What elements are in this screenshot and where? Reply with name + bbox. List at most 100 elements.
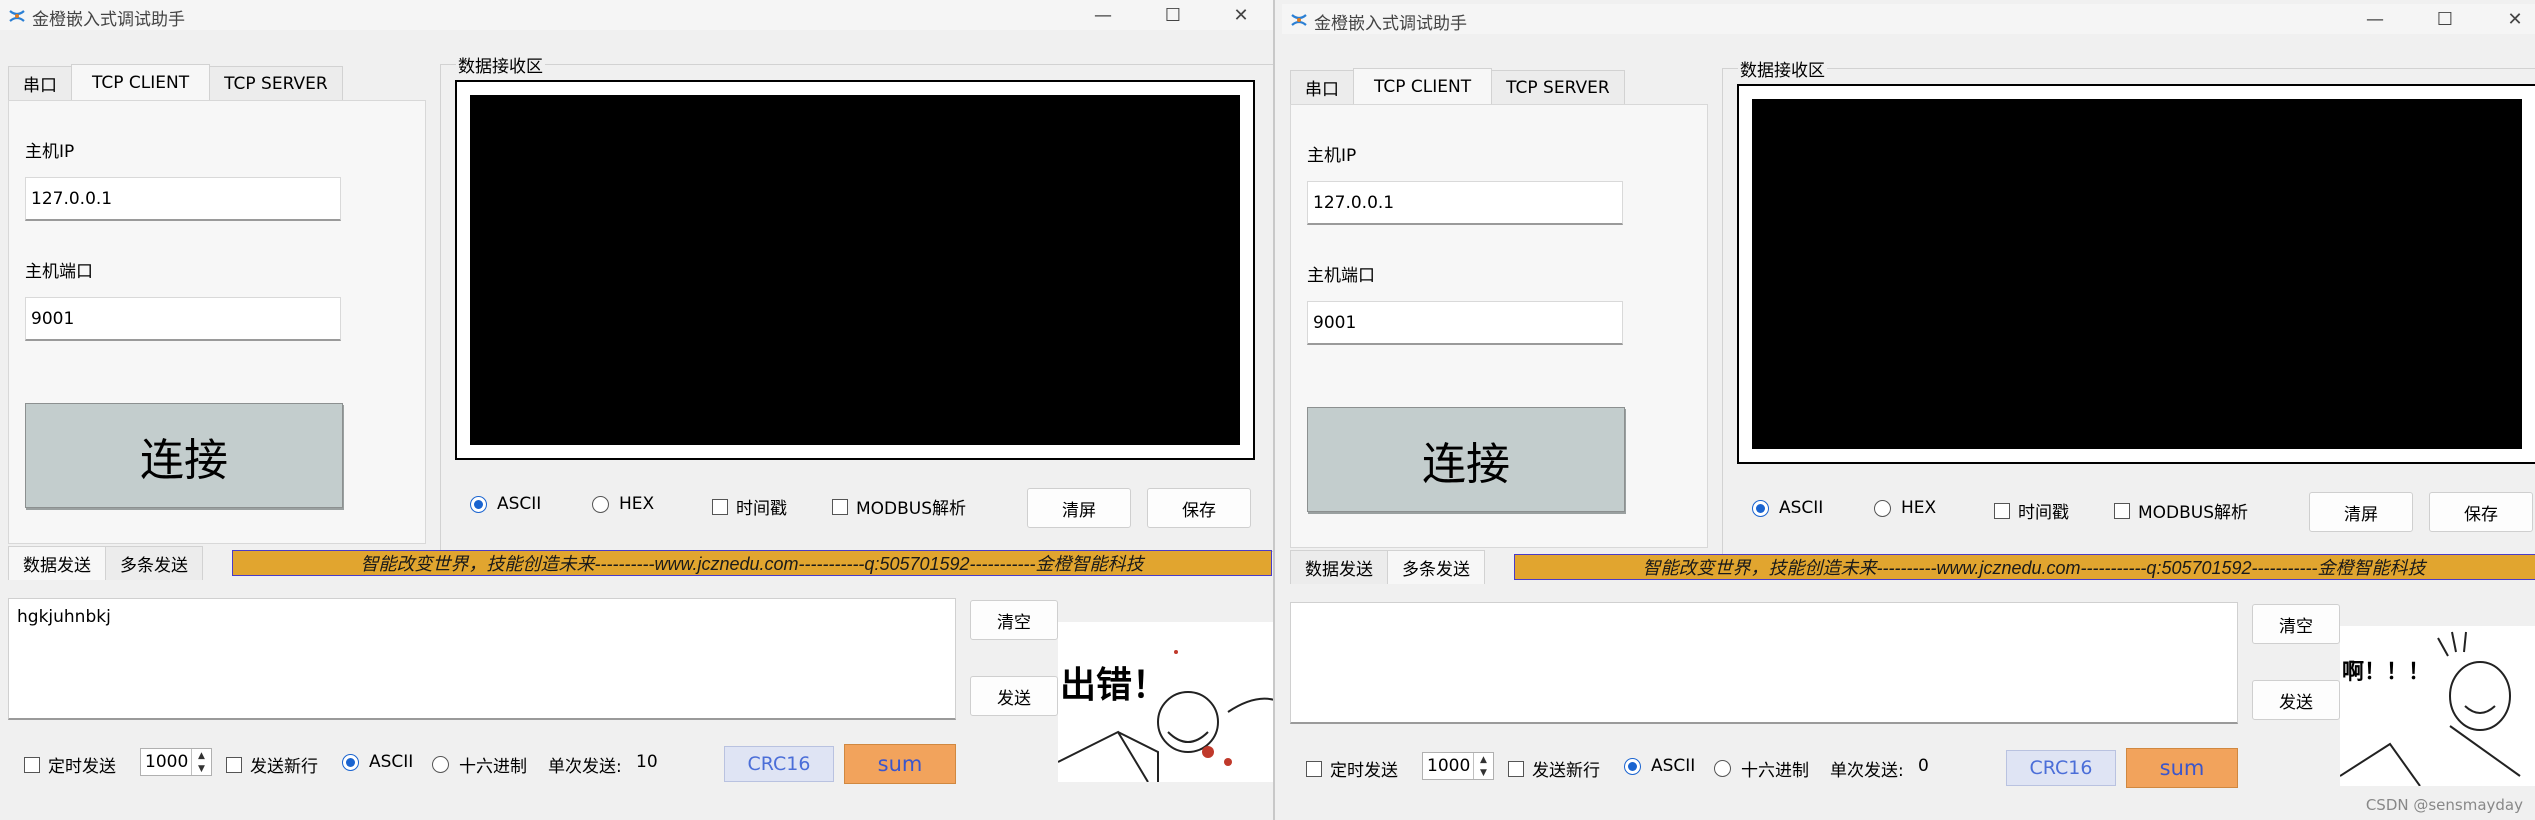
modbus-label: MODBUS解析 bbox=[2138, 503, 2249, 523]
scrolling-banner: 智能改变世界，技能创造未来----------www.jcznedu.com--… bbox=[232, 550, 1272, 576]
tcp-client-panel: 主机IP 127.0.0.1 主机端口 9001 连接 bbox=[1290, 104, 1708, 548]
host-port-label: 主机端口 bbox=[1307, 266, 1375, 286]
single-send-count: 0 bbox=[1918, 756, 1929, 776]
tx-hex-radio[interactable]: 十六进制 bbox=[432, 752, 527, 777]
tab-multi-send[interactable]: 多条发送 bbox=[1387, 550, 1485, 584]
clear-send-button[interactable]: 清空 bbox=[970, 600, 1058, 640]
host-port-input[interactable]: 9001 bbox=[25, 297, 341, 341]
connect-button[interactable]: 连接 bbox=[1307, 407, 1625, 512]
save-button[interactable]: 保存 bbox=[1147, 488, 1251, 528]
crc16-button[interactable]: CRC16 bbox=[724, 746, 834, 782]
rx-hex-radio[interactable]: HEX bbox=[592, 494, 654, 514]
timed-send-label: 定时发送 bbox=[48, 757, 116, 777]
checkbox-icon bbox=[1508, 760, 1524, 777]
tab-serial[interactable]: 串口 bbox=[1290, 70, 1354, 104]
scrolling-banner: 智能改变世界，技能创造未来----------www.jcznedu.com--… bbox=[1514, 554, 2535, 580]
sum-button[interactable]: sum bbox=[844, 744, 956, 784]
checkbox-icon bbox=[2114, 502, 2130, 519]
checkbox-icon bbox=[24, 756, 40, 773]
send-text-input[interactable]: hgkjuhnbkj bbox=[8, 598, 956, 720]
app-logo-icon bbox=[1291, 14, 1307, 26]
rx-ascii-radio[interactable]: ASCII bbox=[1752, 498, 1823, 518]
send-button[interactable]: 发送 bbox=[970, 676, 1058, 716]
timed-send-checkbox[interactable]: 定时发送 bbox=[24, 752, 116, 777]
host-port-input[interactable]: 9001 bbox=[1307, 301, 1623, 345]
tx-hex-label: 十六进制 bbox=[1741, 761, 1809, 781]
host-ip-label: 主机IP bbox=[1307, 146, 1357, 166]
tx-ascii-radio[interactable]: ASCII bbox=[1624, 756, 1695, 776]
close-button[interactable]: ✕ bbox=[2485, 4, 2535, 34]
modbus-checkbox[interactable]: MODBUS解析 bbox=[832, 494, 966, 519]
app-window-2: 金橙嵌入式调试助手 — ☐ ✕ 串口 TCP CLIENT TCP SERVER… bbox=[1273, 0, 2535, 820]
minimize-button[interactable]: — bbox=[2345, 4, 2405, 34]
single-send-count: 10 bbox=[636, 752, 658, 772]
interval-spinbox[interactable]: 1000 ▲ ▼ bbox=[140, 748, 212, 776]
checkbox-icon bbox=[226, 756, 242, 773]
host-ip-input[interactable]: 127.0.0.1 bbox=[1307, 181, 1623, 225]
tx-hex-label: 十六进制 bbox=[459, 757, 527, 777]
receive-group-label: 数据接收区 bbox=[456, 52, 545, 77]
meme-image: 出错！ bbox=[1058, 622, 1273, 782]
meme-drawing-icon bbox=[1058, 650, 1273, 782]
tx-ascii-label: ASCII bbox=[369, 752, 414, 772]
timestamp-checkbox[interactable]: 时间戳 bbox=[712, 494, 787, 519]
interval-value: 1000 bbox=[1427, 756, 1471, 776]
receive-display[interactable] bbox=[455, 80, 1255, 460]
receive-group-label: 数据接收区 bbox=[1738, 56, 1827, 81]
rx-hex-radio[interactable]: HEX bbox=[1874, 498, 1936, 518]
radio-checked-icon bbox=[1624, 757, 1641, 775]
spin-arrows-icon[interactable]: ▲ ▼ bbox=[1473, 753, 1493, 779]
tcp-client-panel: 主机IP 127.0.0.1 主机端口 9001 连接 bbox=[8, 100, 426, 544]
rx-ascii-label: ASCII bbox=[497, 494, 542, 514]
maximize-button[interactable]: ☐ bbox=[1143, 0, 1203, 30]
tab-tcp-client[interactable]: TCP CLIENT bbox=[1353, 68, 1493, 104]
modbus-checkbox[interactable]: MODBUS解析 bbox=[2114, 498, 2248, 523]
tab-tcp-server[interactable]: TCP SERVER bbox=[209, 66, 343, 100]
timed-send-label: 定时发送 bbox=[1330, 761, 1398, 781]
receive-display[interactable] bbox=[1737, 84, 2535, 464]
tab-data-send[interactable]: 数据发送 bbox=[8, 546, 106, 580]
clear-send-button[interactable]: 清空 bbox=[2252, 604, 2340, 644]
host-port-label: 主机端口 bbox=[25, 262, 93, 282]
clear-screen-button[interactable]: 清屏 bbox=[1027, 488, 1131, 528]
timestamp-label: 时间戳 bbox=[736, 499, 787, 519]
tab-data-send[interactable]: 数据发送 bbox=[1290, 550, 1388, 584]
newline-checkbox[interactable]: 发送新行 bbox=[1508, 756, 1600, 781]
tab-tcp-server[interactable]: TCP SERVER bbox=[1491, 70, 1625, 104]
clear-screen-button[interactable]: 清屏 bbox=[2309, 492, 2413, 532]
crc16-button[interactable]: CRC16 bbox=[2006, 750, 2116, 786]
send-button[interactable]: 发送 bbox=[2252, 680, 2340, 720]
close-button[interactable]: ✕ bbox=[1211, 0, 1271, 30]
rx-hex-label: HEX bbox=[619, 494, 655, 514]
single-send-label: 单次发送: bbox=[548, 757, 622, 777]
tx-hex-radio[interactable]: 十六进制 bbox=[1714, 756, 1809, 781]
save-button[interactable]: 保存 bbox=[2429, 492, 2533, 532]
interval-spinbox[interactable]: 1000 ▲ ▼ bbox=[1422, 752, 1494, 780]
timestamp-checkbox[interactable]: 时间戳 bbox=[1994, 498, 2069, 523]
radio-checked-icon bbox=[1752, 499, 1769, 517]
host-ip-input[interactable]: 127.0.0.1 bbox=[25, 177, 341, 221]
rx-ascii-radio[interactable]: ASCII bbox=[470, 494, 541, 514]
tab-serial[interactable]: 串口 bbox=[8, 66, 72, 100]
meme-image: 啊！！！ bbox=[2340, 626, 2535, 786]
send-text-input[interactable] bbox=[1290, 602, 2238, 724]
connect-button[interactable]: 连接 bbox=[25, 403, 343, 508]
send-tabs: 数据发送 多条发送 bbox=[1290, 550, 1485, 584]
sum-button[interactable]: sum bbox=[2126, 748, 2238, 788]
timed-send-checkbox[interactable]: 定时发送 bbox=[1306, 756, 1398, 781]
tx-ascii-radio[interactable]: ASCII bbox=[342, 752, 413, 772]
maximize-button[interactable]: ☐ bbox=[2415, 4, 2475, 34]
checkbox-icon bbox=[1994, 502, 2010, 519]
rx-hex-label: HEX bbox=[1901, 498, 1937, 518]
tab-tcp-client[interactable]: TCP CLIENT bbox=[71, 64, 211, 100]
newline-checkbox[interactable]: 发送新行 bbox=[226, 752, 318, 777]
receive-screen bbox=[470, 95, 1240, 445]
minimize-button[interactable]: — bbox=[1073, 0, 1133, 30]
radio-unchecked-icon bbox=[432, 756, 449, 773]
title-bar: 金橙嵌入式调试助手 — ☐ ✕ bbox=[1282, 4, 2535, 34]
spin-arrows-icon[interactable]: ▲ ▼ bbox=[191, 749, 211, 775]
tab-multi-send[interactable]: 多条发送 bbox=[105, 546, 203, 580]
meme-drawing-icon bbox=[2340, 631, 2521, 786]
radio-unchecked-icon bbox=[592, 495, 609, 513]
tx-ascii-label: ASCII bbox=[1651, 756, 1696, 776]
